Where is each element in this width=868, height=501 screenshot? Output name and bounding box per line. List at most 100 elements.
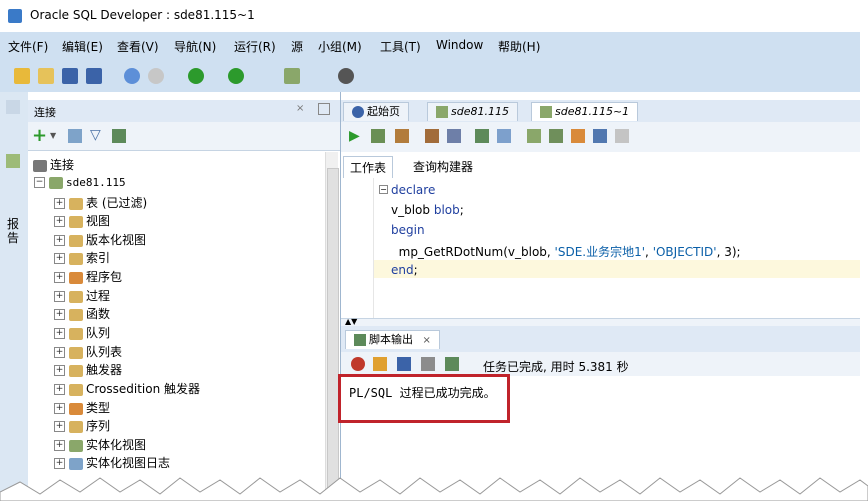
cancel-icon[interactable] [615, 129, 629, 143]
tree-item[interactable]: + 程序包 [54, 268, 122, 286]
menu-file[interactable]: 文件(F) [8, 38, 48, 55]
reports-tab[interactable]: 报告 [5, 217, 21, 245]
run-statement-icon[interactable]: ▶ [349, 128, 360, 144]
expand-icon[interactable]: + [54, 421, 65, 432]
tree-item[interactable]: + 表 (已过滤) [54, 194, 147, 212]
tree-item[interactable]: + 实体化视图 [54, 436, 146, 454]
tab-worksheet[interactable]: 工作表 [343, 156, 394, 179]
redo-icon[interactable] [148, 68, 164, 84]
tab-sde81-115[interactable]: sde81.115 [427, 102, 518, 121]
tree-item[interactable]: + 版本化视图 [54, 231, 146, 249]
format-icon[interactable] [571, 129, 585, 143]
tree-item[interactable]: + 类型 [54, 399, 110, 417]
sql-worksheet-icon[interactable] [284, 68, 300, 84]
fold-icon[interactable]: − [379, 185, 388, 194]
tree-item-label: Crossedition 触发器 [86, 382, 201, 396]
tree-root-label: 连接 [50, 158, 75, 172]
tree-item[interactable]: + 触发器 [54, 361, 122, 379]
expand-icon[interactable]: + [54, 365, 65, 376]
filter-icon[interactable]: ▽ [90, 127, 101, 143]
close-icon[interactable]: × [423, 335, 431, 346]
scrollbar-thumb[interactable] [327, 168, 339, 500]
run-script-icon[interactable] [371, 129, 385, 143]
new-file-icon[interactable] [14, 68, 30, 84]
expand-icon[interactable]: + [54, 216, 65, 227]
save-icon[interactable] [397, 357, 411, 371]
undo-icon[interactable] [124, 68, 140, 84]
open-folder-icon[interactable] [38, 68, 54, 84]
highlight-box [338, 374, 510, 423]
menu-team[interactable]: 小组(M) [318, 38, 362, 55]
tree-connection[interactable]: − sde81.115 [34, 175, 126, 193]
binoculars-icon[interactable] [338, 68, 354, 84]
maximize-icon[interactable] [318, 103, 330, 115]
back-icon[interactable] [188, 68, 204, 84]
expand-icon[interactable]: + [54, 291, 65, 302]
expand-icon[interactable]: + [54, 309, 65, 320]
folder-icon [69, 234, 83, 247]
tab-query-builder[interactable]: 查询构建器 [407, 156, 479, 177]
menu-edit[interactable]: 编辑(E) [62, 38, 103, 55]
tab-start-page[interactable]: 起始页 [343, 102, 409, 121]
expand-icon[interactable]: + [54, 384, 65, 395]
minimize-icon[interactable] [6, 100, 20, 114]
expand-icon[interactable]: + [54, 253, 65, 264]
expand-icon[interactable]: + [54, 328, 65, 339]
expand-icon[interactable]: + [54, 235, 65, 246]
menu-run[interactable]: 运行(R) [234, 38, 276, 55]
pin-icon[interactable] [351, 357, 365, 371]
menu-view[interactable]: 查看(V) [117, 38, 159, 55]
app-icon [8, 9, 22, 23]
add-connection-icon[interactable]: + [32, 125, 47, 146]
menu-tools[interactable]: 工具(T) [380, 38, 421, 55]
forward-icon[interactable] [228, 68, 244, 84]
collapse-icon[interactable]: − [34, 177, 45, 188]
tree-item[interactable]: + 函数 [54, 305, 110, 323]
expand-icon[interactable]: + [54, 347, 65, 358]
tree-item[interactable]: + 过程 [54, 287, 110, 305]
rollback-icon[interactable] [425, 129, 439, 143]
eraser-icon[interactable] [373, 357, 387, 371]
autotrace-icon[interactable] [475, 129, 489, 143]
close-icon[interactable]: × [296, 103, 304, 114]
tree-item[interactable]: + Crossedition 触发器 [54, 380, 200, 398]
expand-icon[interactable]: + [54, 198, 65, 209]
sql-tuning-icon[interactable] [549, 129, 563, 143]
clear-icon[interactable] [497, 129, 511, 143]
tree-item[interactable]: + 队列 [54, 324, 110, 342]
print-icon[interactable] [421, 357, 435, 371]
tree-item[interactable]: + 视图 [54, 212, 110, 230]
tree-item[interactable]: + 序列 [54, 417, 110, 435]
menu-navigate[interactable]: 导航(N) [174, 38, 216, 55]
commit-icon[interactable] [395, 129, 409, 143]
tree-item-label: 序列 [86, 419, 111, 433]
tab-sde81-115-1[interactable]: sde81.115~1 [531, 102, 639, 121]
tab-script-output[interactable]: 脚本输出 × [345, 330, 440, 349]
menu-window[interactable]: Window [436, 38, 483, 52]
save-all-icon[interactable] [86, 68, 102, 84]
expand-icon[interactable]: + [54, 440, 65, 451]
schema-browser-icon[interactable] [112, 129, 126, 143]
expand-icon[interactable]: + [54, 403, 65, 414]
tree-root[interactable]: 连接 [33, 156, 74, 174]
unshared-icon[interactable] [593, 129, 607, 143]
menu-help[interactable]: 帮助(H) [498, 38, 540, 55]
script-output-icon [354, 334, 366, 346]
sql-history-icon[interactable] [527, 129, 541, 143]
tree-item[interactable]: + 索引 [54, 249, 110, 267]
worksheet-tab-bar: 工作表 查询构建器 [341, 152, 860, 179]
chevron-down-icon[interactable]: ▼ [50, 131, 56, 140]
save-icon[interactable] [62, 68, 78, 84]
export-icon[interactable] [445, 357, 459, 371]
connections-scrollbar[interactable] [325, 152, 339, 501]
tree-item[interactable]: + 队列表 [54, 343, 122, 361]
splitter-arrows-icon[interactable]: ▲▼ [345, 317, 357, 326]
tree-connection-label: sde81.115 [66, 176, 126, 189]
menu-source[interactable]: 源 [291, 38, 303, 55]
refresh-icon[interactable] [68, 129, 82, 143]
database-icon [49, 176, 63, 189]
expand-icon[interactable]: + [54, 272, 65, 283]
tree-item-label: 索引 [86, 251, 111, 265]
editor-tab-bar: 起始页 sde81.115 sde81.115~1 [341, 100, 860, 123]
explain-plan-icon[interactable] [447, 129, 461, 143]
